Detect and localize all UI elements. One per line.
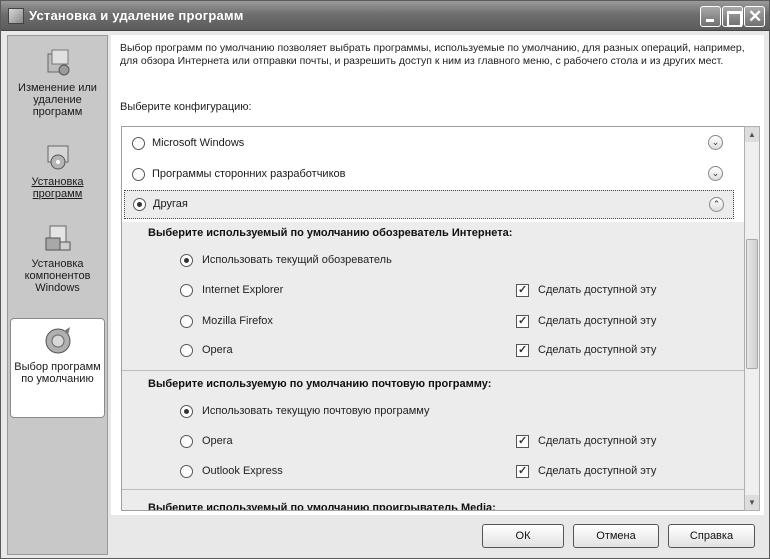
add-remove-programs-window: Установка и удаление программ ✕ Изменени… bbox=[0, 0, 770, 559]
expand-chevron-icon[interactable]: ⌄ bbox=[708, 166, 723, 181]
radio-mozilla-firefox[interactable] bbox=[180, 315, 193, 328]
sidebar-item-label: Изменение или удаление программ bbox=[18, 82, 97, 118]
radio-current-browser[interactable] bbox=[180, 254, 193, 267]
window-title: Установка и удаление программ bbox=[29, 8, 244, 23]
checkbox-enable-ie[interactable] bbox=[516, 283, 529, 297]
browser-section-title: Выберите используемый по умолчанию обозр… bbox=[148, 227, 513, 239]
app-icon bbox=[8, 8, 24, 24]
option-label: Mozilla Firefox bbox=[202, 315, 273, 327]
radio-other[interactable] bbox=[133, 198, 146, 211]
choose-config-label: Выберите конфигурацию: bbox=[120, 101, 252, 113]
config-label: Другая bbox=[153, 198, 188, 210]
collapse-chevron-icon[interactable]: ⌃ bbox=[709, 197, 724, 212]
config-label: Программы сторонних разработчиков bbox=[152, 168, 346, 180]
sidebar-item-default-programs[interactable]: Выбор программ по умолчанию bbox=[10, 318, 105, 418]
sidebar: Изменение или удаление программ Установк… bbox=[7, 35, 108, 555]
help-button[interactable]: Справка bbox=[668, 524, 755, 548]
checkbox-enable-outlook[interactable] bbox=[516, 464, 529, 478]
close-icon: ✕ bbox=[748, 7, 763, 26]
expand-chevron-icon[interactable]: ⌄ bbox=[708, 135, 723, 150]
main-panel: Выбор программ по умолчанию позволяет вы… bbox=[111, 35, 764, 515]
sidebar-item-label: Выбор программ по умолчанию bbox=[14, 361, 101, 385]
install-icon bbox=[47, 145, 68, 170]
radio-third-party[interactable] bbox=[132, 168, 145, 181]
checkbox-enable-opera-browser[interactable] bbox=[516, 343, 529, 357]
section-divider bbox=[122, 370, 745, 371]
title-bar: Установка и удаление программ ✕ bbox=[1, 1, 769, 31]
radio-opera-browser[interactable] bbox=[180, 344, 193, 357]
minimize-button[interactable] bbox=[700, 6, 721, 27]
config-option-microsoft[interactable]: Microsoft Windows ⌄ bbox=[122, 128, 745, 159]
checkbox-enable-opera-mail[interactable] bbox=[516, 434, 529, 448]
option-label: Internet Explorer bbox=[202, 284, 284, 296]
option-label: Использовать текущий обозреватель bbox=[202, 254, 392, 266]
radio-opera-mail[interactable] bbox=[180, 435, 193, 448]
radio-outlook-express[interactable] bbox=[180, 465, 193, 478]
config-label: Microsoft Windows bbox=[152, 137, 245, 149]
scrollbar[interactable]: ▲ ▼ bbox=[744, 126, 760, 511]
scroll-down-icon[interactable]: ▼ bbox=[745, 495, 759, 510]
config-options-list: Microsoft Windows ⌄ Программы сторонних … bbox=[121, 126, 746, 511]
sidebar-item-windows-components[interactable]: Установка компонентов Windows bbox=[10, 222, 105, 294]
other-config-details: Выберите используемый по умолчанию обозр… bbox=[122, 222, 745, 511]
option-label: Opera bbox=[202, 435, 233, 447]
config-option-other[interactable]: Другая ⌃ bbox=[124, 190, 734, 219]
scroll-thumb[interactable] bbox=[746, 239, 758, 369]
change-remove-icon bbox=[47, 49, 69, 76]
sidebar-item-label: Установка компонентов Windows bbox=[24, 258, 91, 294]
checkbox-label: Сделать доступной эту bbox=[538, 344, 657, 356]
checkbox-enable-firefox[interactable] bbox=[516, 314, 529, 328]
checkbox-label: Сделать доступной эту bbox=[538, 315, 657, 327]
ok-button[interactable]: ОК bbox=[482, 524, 564, 548]
option-label: Использовать текущую почтовую программу bbox=[202, 405, 430, 417]
section-divider bbox=[122, 489, 745, 490]
checkbox-label: Сделать доступной эту bbox=[538, 284, 657, 296]
radio-current-mail[interactable] bbox=[180, 405, 193, 418]
config-option-third-party[interactable]: Программы сторонних разработчиков ⌄ bbox=[122, 159, 745, 190]
scroll-up-icon[interactable]: ▲ bbox=[745, 127, 759, 142]
close-button[interactable]: ✕ bbox=[744, 6, 765, 27]
radio-microsoft-windows[interactable] bbox=[132, 137, 145, 150]
cancel-button[interactable]: Отмена bbox=[573, 524, 659, 548]
windows-components-icon bbox=[45, 225, 70, 251]
description-text: Выбор программ по умолчанию позволяет вы… bbox=[120, 42, 745, 67]
option-label: Opera bbox=[202, 344, 233, 356]
default-programs-icon bbox=[45, 327, 70, 354]
sidebar-item-label: Установка программ bbox=[31, 176, 84, 200]
mail-section-title: Выберите используемую по умолчанию почто… bbox=[148, 378, 492, 390]
sidebar-item-change-remove[interactable]: Изменение или удаление программ bbox=[10, 46, 105, 118]
checkbox-label: Сделать доступной эту bbox=[538, 465, 657, 477]
media-section-title: Выберите используемый по умолчанию проиг… bbox=[148, 502, 496, 511]
radio-internet-explorer[interactable] bbox=[180, 284, 193, 297]
sidebar-item-install[interactable]: Установка программ bbox=[10, 140, 105, 200]
maximize-button[interactable] bbox=[722, 6, 743, 27]
checkbox-label: Сделать доступной эту bbox=[538, 435, 657, 447]
option-label: Outlook Express bbox=[202, 465, 283, 477]
